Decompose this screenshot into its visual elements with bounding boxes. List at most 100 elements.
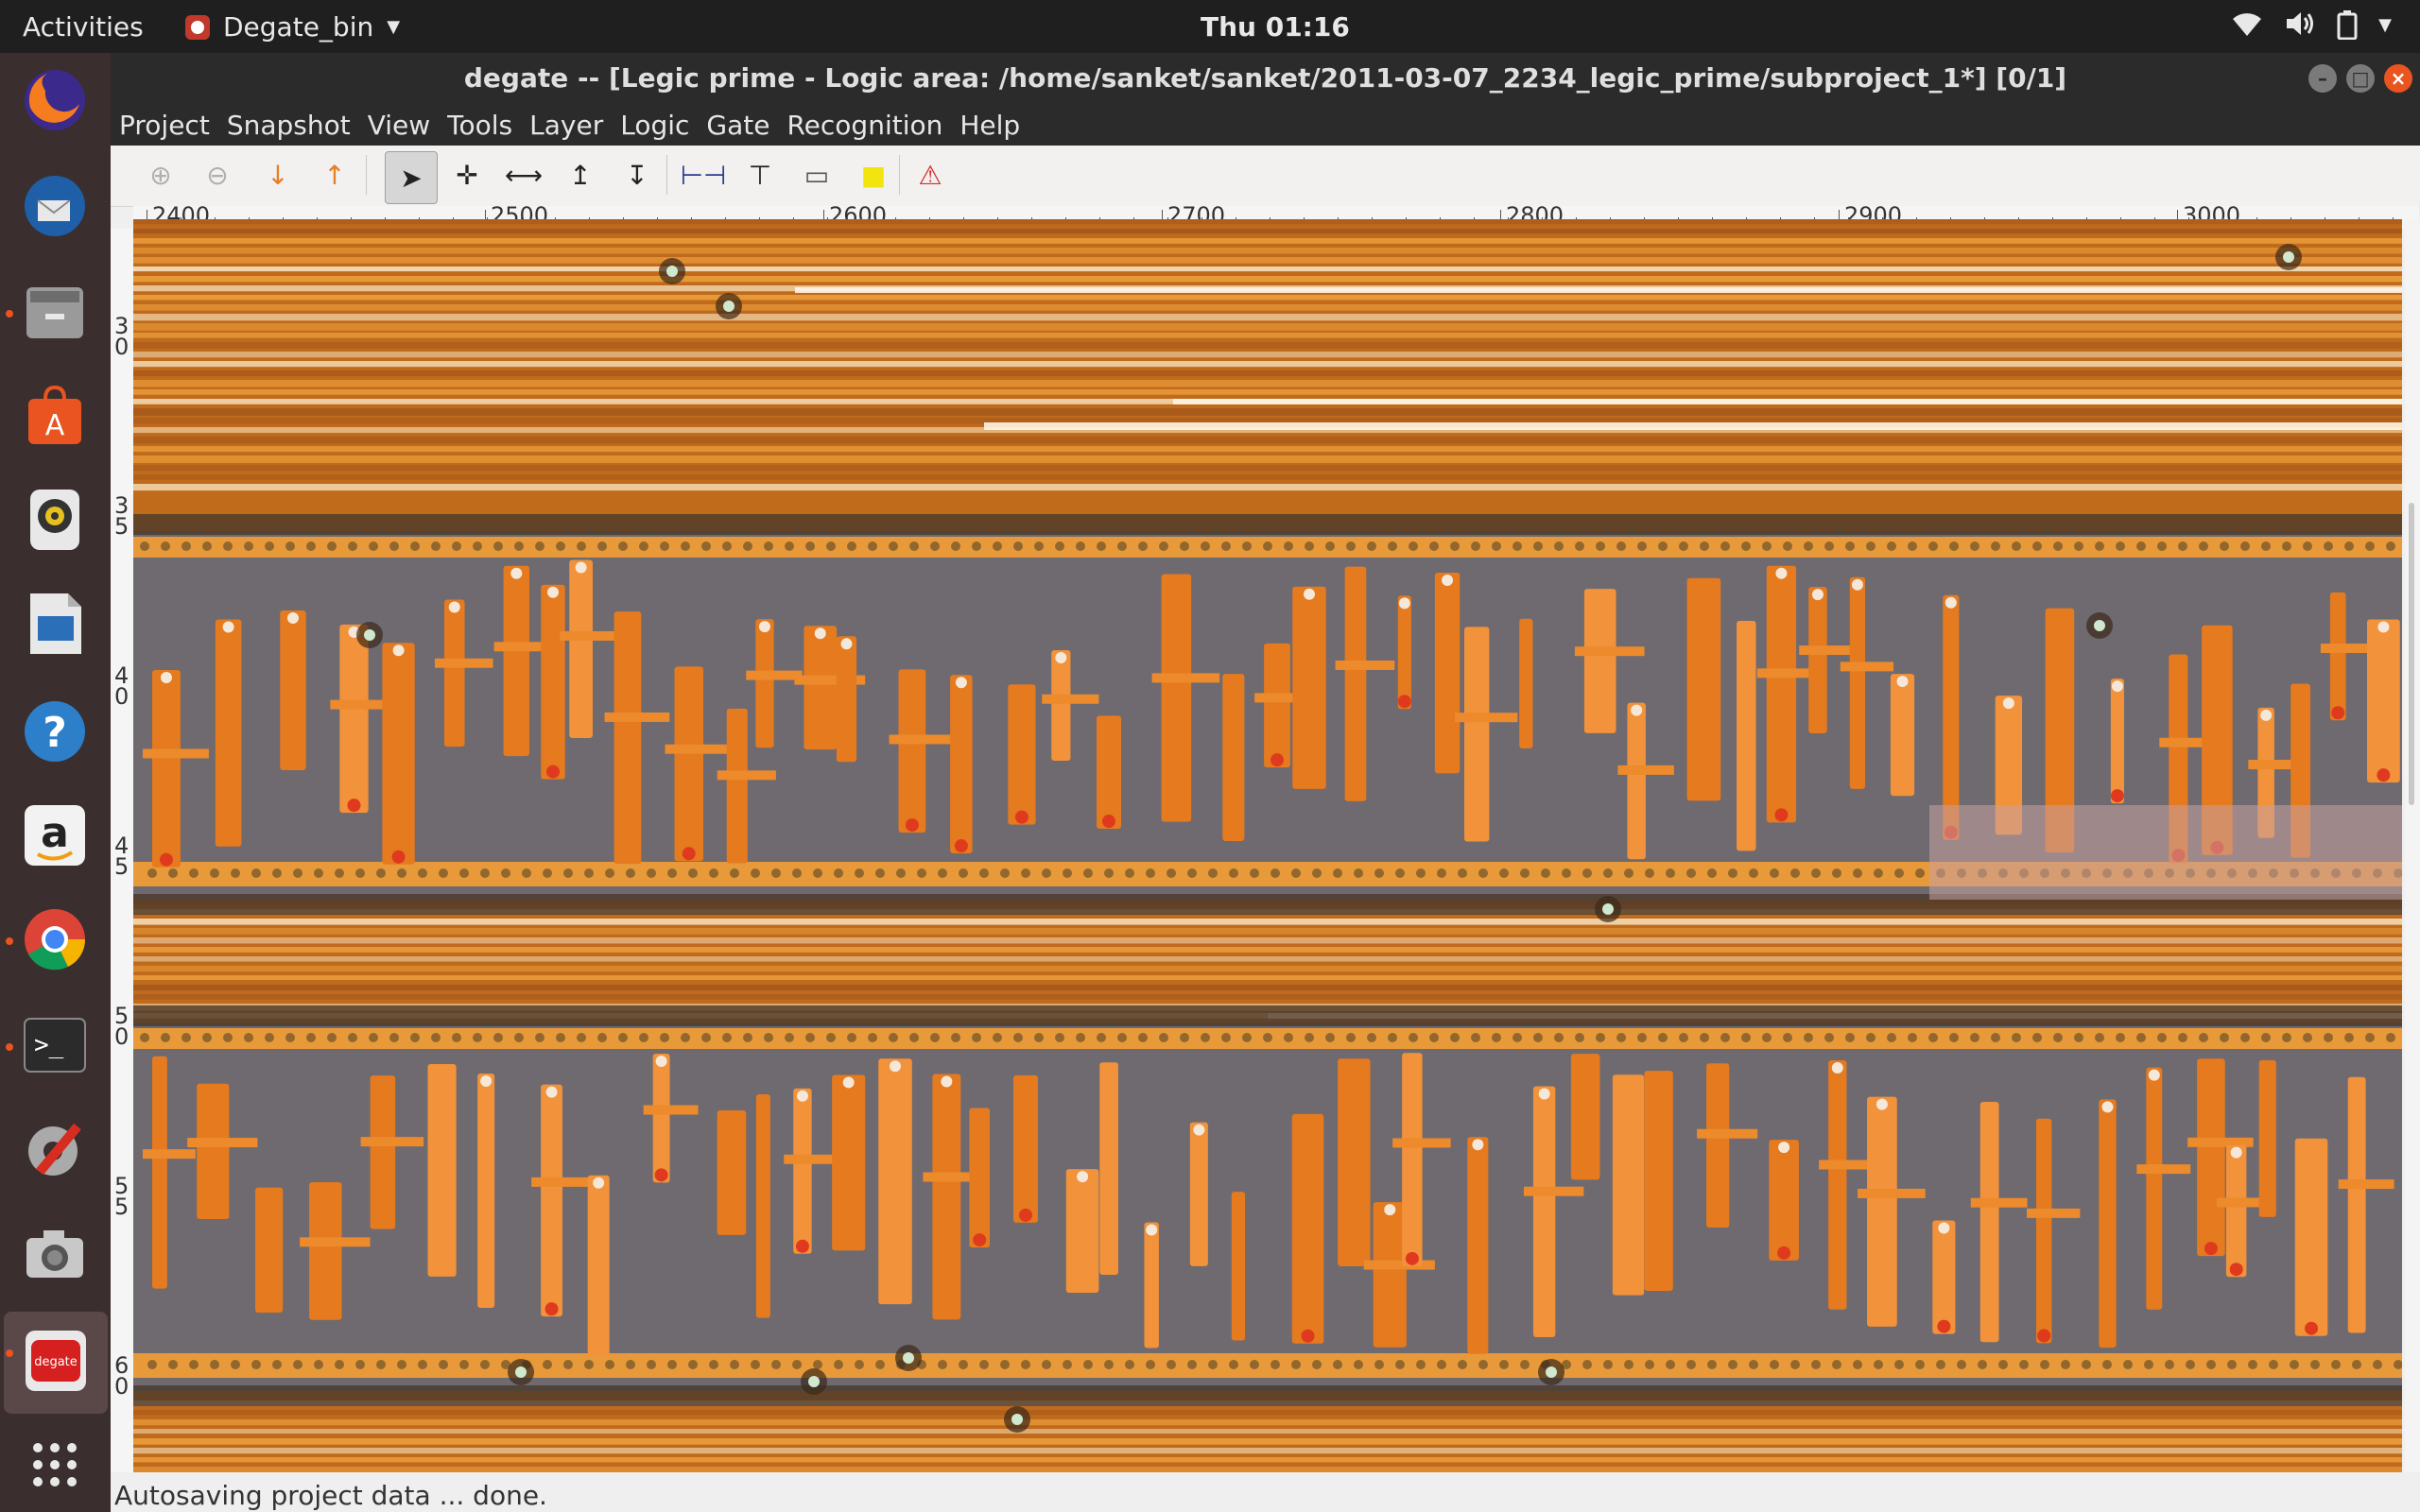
rule-check-tool[interactable]: ⚠	[908, 153, 952, 197]
rail-via	[896, 868, 906, 878]
rail-via	[1720, 1033, 1730, 1042]
dock-item-degate[interactable]: degate	[4, 1312, 108, 1414]
dock-item-libreoffice-impress[interactable]	[17, 588, 93, 663]
rail-via	[1520, 868, 1530, 878]
menu-gate[interactable]: Gate	[698, 104, 778, 146]
metal-link	[2136, 1164, 2191, 1175]
rail-via	[1242, 541, 1252, 551]
system-tray[interactable]: ▼	[2231, 9, 2392, 46]
rail-via	[889, 541, 898, 551]
dock-item-amazon[interactable]: a	[17, 799, 93, 875]
menu-tools[interactable]: Tools	[439, 104, 521, 146]
measure-tool[interactable]: ⊢⊣	[681, 153, 727, 197]
menu-logic[interactable]: Logic	[612, 104, 698, 146]
die-image-canvas[interactable]	[133, 219, 2402, 1508]
rail-via	[826, 1033, 836, 1042]
activities-button[interactable]: Activities	[23, 11, 144, 43]
rail-via	[1824, 541, 1834, 551]
battery-icon[interactable]	[2337, 9, 2358, 46]
app-menu[interactable]: Degate_bin ▼	[185, 11, 400, 43]
rail-via	[722, 541, 732, 551]
dock-item-terminal[interactable]: >_	[17, 1009, 93, 1085]
gate-poly	[1096, 715, 1122, 830]
zoom-in-tool[interactable]: ⊕	[139, 153, 182, 197]
menu-project[interactable]: Project	[111, 104, 218, 146]
routing-stripe	[133, 361, 2402, 368]
zoom-out-tool[interactable]: ⊖	[196, 153, 239, 197]
clock[interactable]: Thu 01:16	[1201, 11, 1350, 43]
rail-via	[452, 1033, 461, 1042]
dock-item-rhythmbox[interactable]	[17, 484, 93, 559]
annotation-tool[interactable]: ▭	[795, 153, 838, 197]
via-down-tool[interactable]: ↧	[615, 153, 659, 197]
routing-stripe	[133, 1419, 2402, 1426]
volume-icon[interactable]	[2284, 9, 2316, 46]
rail-via	[210, 868, 219, 878]
contact-via	[2377, 621, 2390, 633]
menu-layer[interactable]: Layer	[521, 104, 612, 146]
die-image[interactable]	[133, 219, 2402, 1508]
emarker-tool[interactable]: ⊤	[738, 153, 782, 197]
contact-via	[1851, 578, 1863, 591]
chevron-down-icon[interactable]: ▼	[2378, 9, 2392, 46]
rail-via	[681, 541, 690, 551]
dock-item-system-settings[interactable]	[17, 1113, 93, 1189]
dock-item-chrome[interactable]	[17, 903, 93, 979]
gate-poly	[1627, 702, 1646, 860]
contact-via	[954, 839, 968, 853]
select-tool[interactable]: ➤	[385, 151, 438, 204]
dock-item-files[interactable]	[17, 276, 93, 352]
routing-stripe	[133, 389, 2402, 395]
rail-via	[972, 1033, 981, 1042]
menu-snapshot[interactable]: Snapshot	[218, 104, 359, 146]
minimize-button[interactable]: –	[2308, 64, 2337, 93]
rail-via	[1845, 541, 1855, 551]
svg-text:A: A	[45, 409, 65, 442]
note-tool[interactable]: ■	[852, 153, 895, 197]
rail-via	[2365, 1033, 2375, 1042]
gate-poly	[2294, 1138, 2328, 1336]
layer-down-tool[interactable]: ↓	[256, 153, 300, 197]
rail-via	[626, 868, 635, 878]
dock-item-help[interactable]: ?	[17, 696, 93, 771]
menu-recognition[interactable]: Recognition	[778, 104, 951, 146]
rail-via	[688, 1360, 698, 1369]
via-up-tool[interactable]: ↥	[559, 153, 602, 197]
contact-via	[840, 638, 853, 650]
rail-via	[335, 1360, 344, 1369]
gate-poly	[1402, 1053, 1423, 1266]
title-bar[interactable]: degate -- [Legic prime - Logic area: /ho…	[111, 53, 2420, 104]
dock-item-show-applications[interactable]	[17, 1429, 93, 1504]
vertical-scroll-thumb[interactable]	[2409, 503, 2414, 805]
rail-via	[1783, 1033, 1792, 1042]
wire-tool[interactable]: ⟷	[502, 153, 545, 197]
layer-up-tool[interactable]: ↑	[313, 153, 356, 197]
close-button[interactable]: ×	[2384, 64, 2412, 93]
vertical-scrollbar[interactable]	[2405, 219, 2420, 1508]
rail-via	[1915, 868, 1925, 878]
rail-via	[327, 541, 337, 551]
routing-stripe	[133, 446, 2402, 453]
rail-via	[938, 868, 947, 878]
dock-item-thunderbird[interactable]	[17, 170, 93, 246]
dock-item-screenshot[interactable]	[17, 1219, 93, 1295]
rail-via	[2261, 541, 2271, 551]
rail-via	[293, 1360, 302, 1369]
dock-item-firefox[interactable]	[17, 64, 93, 140]
contact-via	[905, 818, 919, 833]
dock-item-software-center[interactable]: A	[17, 380, 93, 455]
rail-via	[577, 1033, 586, 1042]
move-tool[interactable]: ✛	[445, 153, 489, 197]
rail-via	[1499, 1360, 1509, 1369]
svg-text:?: ?	[43, 709, 67, 757]
wifi-icon[interactable]	[2231, 9, 2263, 46]
menu-help[interactable]: Help	[951, 104, 1028, 146]
rail-via	[1679, 1033, 1688, 1042]
gate-poly	[804, 626, 838, 750]
metal-link	[531, 1177, 591, 1187]
menu-view[interactable]: View	[359, 104, 439, 146]
maximize-button[interactable]: □	[2346, 64, 2375, 93]
rail-via	[813, 868, 822, 878]
via-center	[723, 301, 735, 312]
rhythmbox-icon	[21, 486, 89, 558]
